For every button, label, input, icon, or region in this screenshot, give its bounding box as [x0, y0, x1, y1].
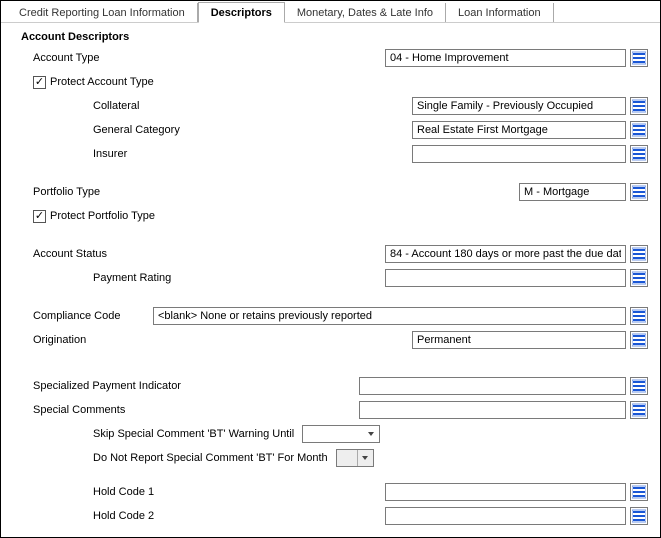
tab-credit-reporting[interactable]: Credit Reporting Loan Information: [7, 3, 198, 22]
label-insurer: Insurer: [93, 148, 127, 160]
skip-special-comment-input[interactable]: [303, 426, 363, 442]
tab-loan-information[interactable]: Loan Information: [446, 3, 554, 22]
tab-descriptors[interactable]: Descriptors: [198, 2, 285, 23]
tab-bar: Credit Reporting Loan Information Descri…: [1, 1, 660, 23]
label-do-not-report: Do Not Report Special Comment 'BT' For M…: [93, 452, 328, 464]
label-compliance-code: Compliance Code: [33, 310, 153, 322]
chevron-down-icon[interactable]: [357, 450, 373, 466]
payment-rating-lookup-button[interactable]: [630, 269, 648, 287]
label-account-type: Account Type: [33, 52, 99, 64]
label-payment-rating: Payment Rating: [93, 272, 171, 284]
payment-rating-input[interactable]: [385, 269, 626, 287]
label-protect-portfolio-type: Protect Portfolio Type: [50, 210, 155, 222]
protect-account-type-checkbox[interactable]: [33, 76, 46, 89]
insurer-lookup-button[interactable]: [630, 145, 648, 163]
general-category-lookup-button[interactable]: [630, 121, 648, 139]
section-title: Account Descriptors: [21, 31, 650, 43]
special-comments-input[interactable]: [359, 401, 626, 419]
label-account-status: Account Status: [33, 248, 107, 260]
skip-special-comment-combo[interactable]: [302, 425, 380, 443]
hold-code-2-input[interactable]: [385, 507, 626, 525]
protect-portfolio-type-checkbox[interactable]: [33, 210, 46, 223]
portfolio-type-input[interactable]: [519, 183, 626, 201]
specialized-payment-indicator-input[interactable]: [359, 377, 626, 395]
chevron-down-icon[interactable]: [363, 426, 379, 442]
label-specialized-payment-indicator: Specialized Payment Indicator: [33, 380, 181, 392]
label-hold-code-2: Hold Code 2: [93, 510, 154, 522]
general-category-input[interactable]: [412, 121, 626, 139]
account-status-input[interactable]: [385, 245, 626, 263]
label-protect-account-type: Protect Account Type: [50, 76, 154, 88]
hold-code-1-lookup-button[interactable]: [630, 483, 648, 501]
hold-code-1-input[interactable]: [385, 483, 626, 501]
collateral-input[interactable]: [412, 97, 626, 115]
collateral-lookup-button[interactable]: [630, 97, 648, 115]
label-collateral: Collateral: [93, 100, 139, 112]
label-hold-code-1: Hold Code 1: [93, 486, 154, 498]
origination-lookup-button[interactable]: [630, 331, 648, 349]
hold-code-2-lookup-button[interactable]: [630, 507, 648, 525]
portfolio-type-lookup-button[interactable]: [630, 183, 648, 201]
tab-monetary-dates[interactable]: Monetary, Dates & Late Info: [285, 3, 446, 22]
account-type-lookup-button[interactable]: [630, 49, 648, 67]
do-not-report-combo[interactable]: [336, 449, 374, 467]
label-special-comments: Special Comments: [33, 404, 125, 416]
label-skip-special-comment: Skip Special Comment 'BT' Warning Until: [93, 428, 294, 440]
label-portfolio-type: Portfolio Type: [33, 186, 100, 198]
specialized-payment-indicator-lookup-button[interactable]: [630, 377, 648, 395]
account-type-input[interactable]: [385, 49, 626, 67]
do-not-report-input[interactable]: [337, 450, 357, 466]
insurer-input[interactable]: [412, 145, 626, 163]
label-general-category: General Category: [93, 124, 180, 136]
origination-input[interactable]: [412, 331, 626, 349]
special-comments-lookup-button[interactable]: [630, 401, 648, 419]
compliance-code-input[interactable]: [153, 307, 626, 325]
account-status-lookup-button[interactable]: [630, 245, 648, 263]
compliance-code-lookup-button[interactable]: [630, 307, 648, 325]
label-origination: Origination: [33, 334, 86, 346]
